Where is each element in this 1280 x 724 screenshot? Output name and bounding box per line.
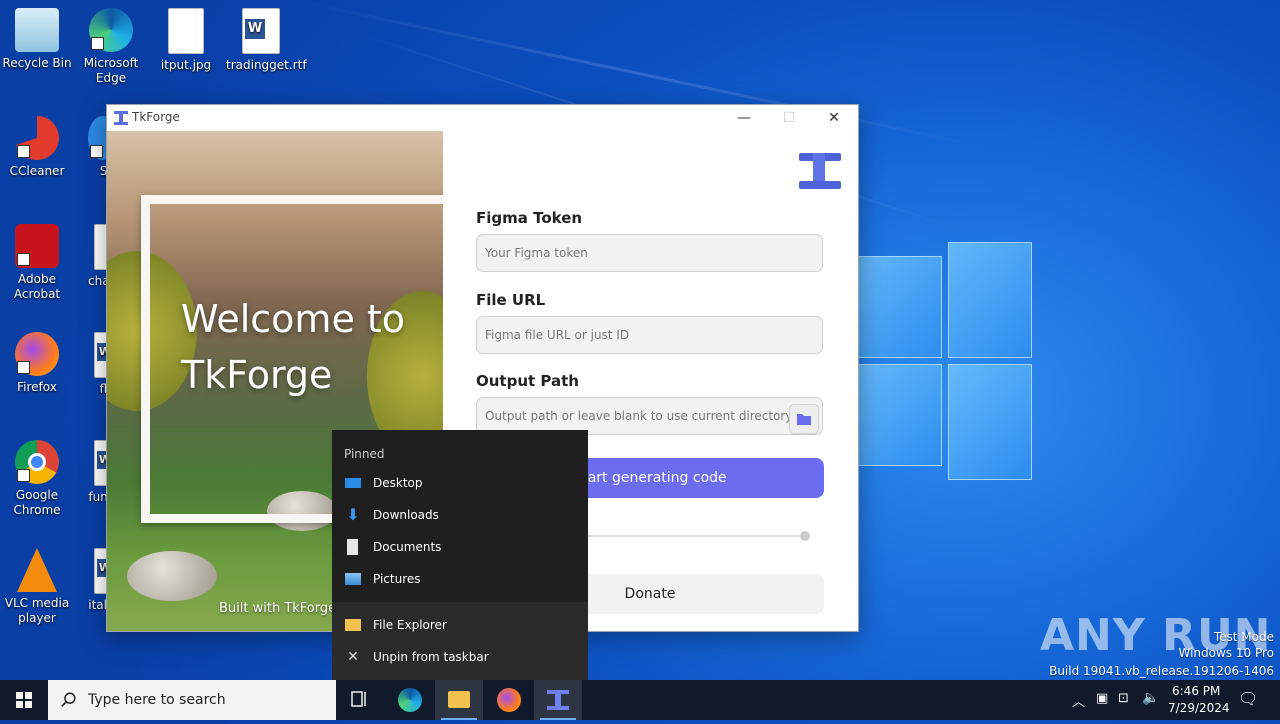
jumplist-actions: File Explorer ✕ Unpin from taskbar — [332, 602, 588, 680]
network-icon[interactable]: ⊡ — [1118, 691, 1129, 706]
close-button[interactable]: ✕ — [819, 108, 849, 128]
desktop-icon-label: tradingget.rtf — [226, 58, 307, 72]
jumplist-header: Pinned — [344, 447, 385, 461]
file-explorer-icon — [448, 691, 470, 708]
taskbar-search-box[interactable]: Type here to search — [48, 680, 336, 720]
desktop-icon-firefox[interactable]: Firefox — [2, 332, 72, 395]
pictures-icon — [345, 573, 361, 585]
taskbar-edge[interactable] — [386, 680, 434, 720]
jumplist-file-explorer[interactable]: File Explorer — [332, 609, 588, 641]
maximize-button[interactable]: ☐ — [774, 108, 804, 128]
notification-icon[interactable]: 🗨 — [1238, 689, 1258, 708]
clock-date[interactable]: 7/29/2024 — [1168, 701, 1230, 715]
document-icon — [347, 539, 358, 555]
jumplist-unpin[interactable]: ✕ Unpin from taskbar — [332, 641, 588, 673]
task-view-button[interactable] — [336, 680, 384, 720]
folder-icon — [797, 414, 811, 425]
jumplist-item-label: Desktop — [373, 476, 423, 490]
welcome-heading: Welcome to TkForge — [181, 297, 406, 397]
desktop-icon-label: itput.jpg — [160, 58, 212, 72]
firefox-icon — [15, 332, 59, 376]
ccleaner-icon — [15, 116, 59, 160]
slider-knob[interactable] — [800, 531, 810, 541]
taskbar-file-explorer[interactable] — [435, 680, 483, 720]
file-url-input[interactable]: Figma file URL or just ID — [476, 316, 823, 354]
figma-token-input[interactable]: Your Figma token — [476, 234, 823, 272]
window-titlebar[interactable]: TkForge — ☐ ✕ — [107, 105, 858, 131]
built-with-text: Built with TkForge — [219, 601, 337, 616]
taskbar: Type here to search ︿ ▣ ⊡ 🔈 6:46 PM 7/29… — [0, 680, 1280, 720]
desktop-icon-label: Adobe Acrobat — [13, 272, 61, 301]
desktop-icon-edge[interactable]: Microsoft Edge — [76, 8, 146, 86]
firefox-icon — [497, 688, 521, 712]
desktop-icon-label: Recycle Bin — [2, 56, 72, 70]
os-info-test-mode: Test Mode — [1213, 630, 1274, 644]
desktop-icon-vlc[interactable]: VLC media player — [2, 548, 72, 626]
windows-start-icon — [16, 692, 32, 708]
tray-device-icon[interactable]: ▣ — [1096, 691, 1108, 706]
jumplist-item-downloads[interactable]: ⬇ Downloads — [332, 499, 588, 531]
jumplist-item-label: Documents — [373, 540, 442, 554]
jumplist-item-label: File Explorer — [373, 618, 447, 632]
file-url-label: File URL — [476, 291, 546, 309]
output-path-label: Output Path — [476, 372, 579, 390]
desktop-icon-acrobat[interactable]: Adobe Acrobat — [2, 224, 72, 302]
start-button[interactable] — [0, 680, 48, 720]
task-view-icon — [351, 691, 366, 707]
volume-icon[interactable]: 🔈 — [1142, 690, 1159, 706]
file-explorer-icon — [345, 619, 361, 631]
jumplist-item-desktop[interactable]: Desktop — [332, 467, 588, 499]
windows-wallpaper-logo — [858, 242, 1032, 480]
jumplist-item-label: Pictures — [373, 572, 421, 586]
desktop-icon-label: Microsoft Edge — [83, 56, 139, 85]
tray-overflow-chevron-icon[interactable]: ︿ — [1072, 691, 1085, 710]
search-icon — [61, 692, 76, 707]
clock-time[interactable]: 6:46 PM — [1172, 684, 1220, 698]
os-info-edition: Windows 10 Pro — [1178, 646, 1274, 660]
image-file-icon — [168, 8, 204, 54]
download-arrow-icon: ⬇ — [346, 505, 360, 524]
jumplist-item-label: Unpin from taskbar — [373, 650, 489, 664]
desktop-icon-chrome[interactable]: Google Chrome — [2, 440, 72, 518]
os-info-build: Build 19041.vb_release.191206-1406 — [1049, 664, 1274, 678]
desktop-icon-tradingget[interactable]: W tradingget.rtf — [226, 8, 307, 73]
desktop-icon-label: Google Chrome — [13, 488, 61, 517]
taskbar-firefox[interactable] — [485, 680, 533, 720]
desktop-icon-ccleaner[interactable]: CCleaner — [2, 116, 72, 179]
recycle-bin-icon — [15, 8, 59, 52]
search-placeholder: Type here to search — [88, 692, 226, 708]
acrobat-icon — [15, 224, 59, 268]
browse-folder-button[interactable] — [789, 404, 819, 434]
desktop-icon-label: CCleaner — [9, 164, 65, 178]
edge-icon — [398, 688, 422, 712]
tkforge-brand-logo — [799, 153, 841, 189]
jumplist-item-label: Downloads — [373, 508, 439, 522]
word-file-icon: W — [242, 8, 280, 54]
jumplist-item-pictures[interactable]: Pictures — [332, 563, 588, 595]
vlc-icon — [17, 548, 57, 592]
chrome-icon — [15, 440, 59, 484]
unpin-icon: ✕ — [347, 649, 359, 665]
desktop-icon-itput[interactable]: itput.jpg — [151, 8, 221, 73]
desktop-icon-recycle-bin[interactable]: Recycle Bin — [2, 8, 72, 71]
minimize-button[interactable]: — — [729, 108, 759, 128]
desktop-folder-icon — [345, 478, 361, 488]
taskbar-tkforge[interactable] — [534, 680, 582, 720]
tkforge-logo-icon — [114, 111, 128, 125]
taskbar-jumplist[interactable]: Pinned Desktop ⬇ Downloads Documents Pic… — [332, 430, 588, 680]
jumplist-item-documents[interactable]: Documents — [332, 531, 588, 563]
desktop-icon-label: VLC media player — [4, 596, 70, 625]
window-title: TkForge — [132, 110, 180, 124]
edge-icon — [89, 8, 133, 52]
figma-token-label: Figma Token — [476, 209, 583, 227]
tkforge-logo-icon — [547, 690, 569, 710]
desktop-icon-label: Firefox — [17, 380, 57, 394]
illustration-rock — [127, 551, 217, 601]
